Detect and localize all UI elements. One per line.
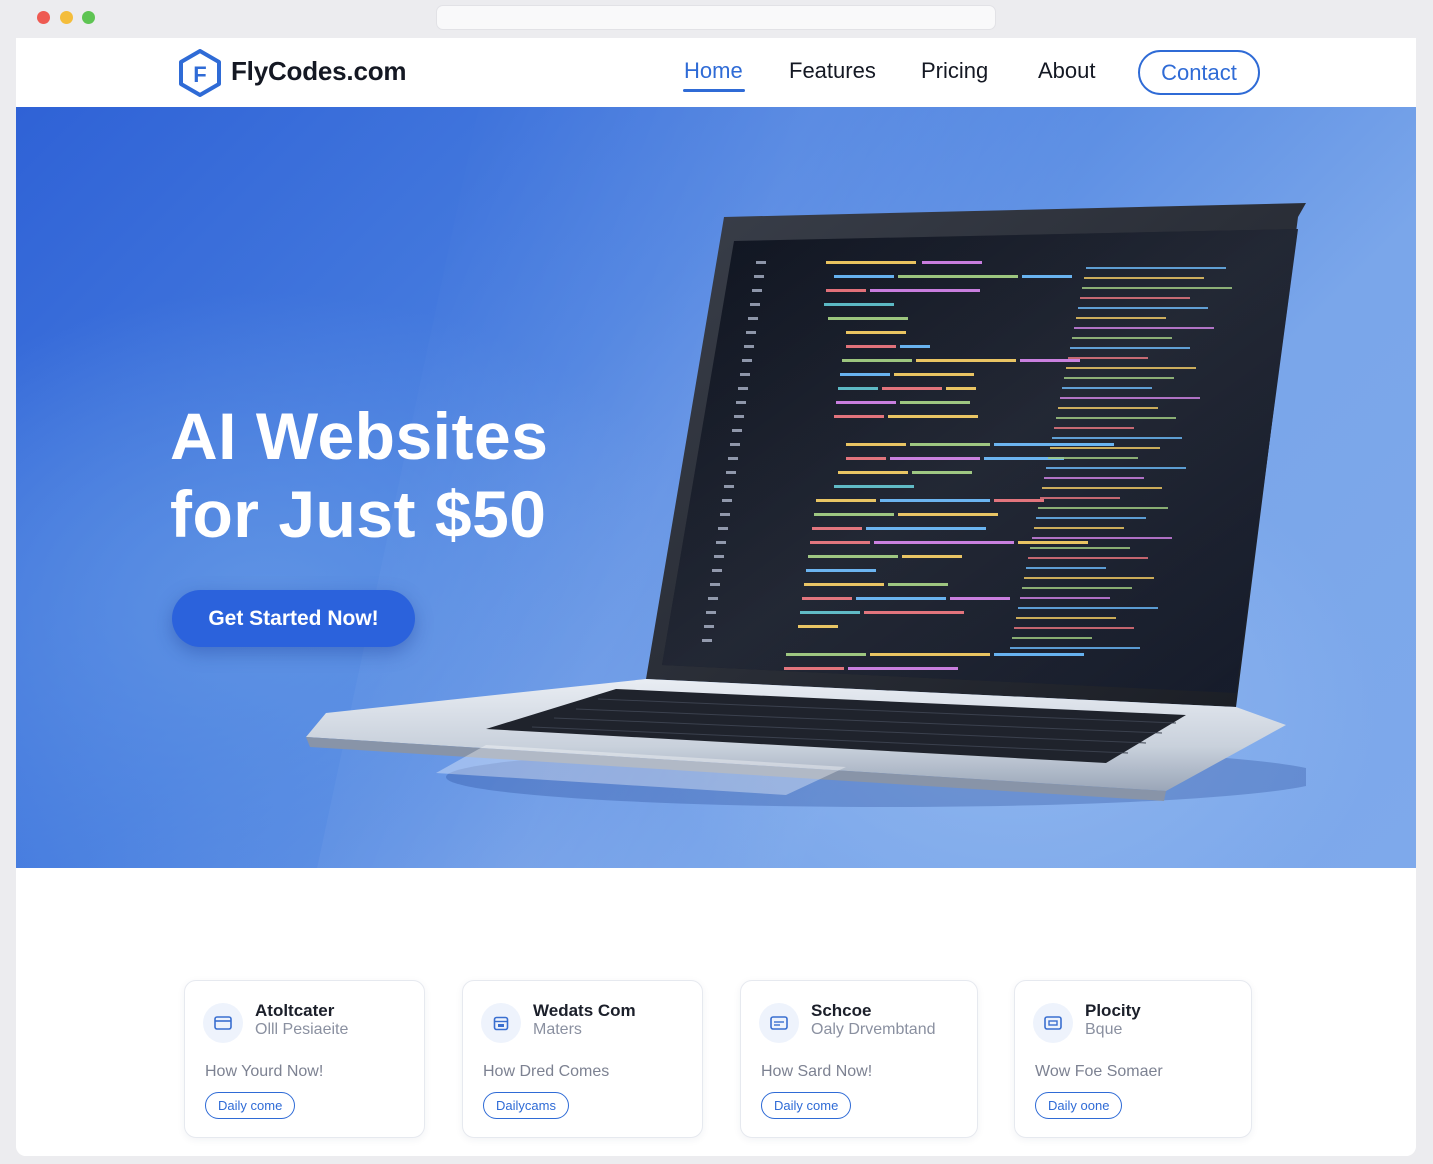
card-title: Plocity: [1085, 1001, 1141, 1020]
card-text: Wow Foe Somaer: [1035, 1063, 1163, 1080]
hero-headline-line2: for Just $50: [170, 477, 547, 551]
calendar-icon: [481, 1003, 521, 1043]
code-editor-content: [662, 229, 1298, 693]
feature-card[interactable]: Schcoe Oaly Drvembtand How Sard Now! Dai…: [740, 980, 978, 1138]
card-text: How Dred Comes: [483, 1063, 610, 1080]
nav-link-about[interactable]: About: [1038, 58, 1096, 84]
feature-card[interactable]: Atoltcater Olll Pesiaeite How Yourd Now!…: [184, 980, 425, 1138]
feature-card[interactable]: Plocity Bque Wow Foe Somaer Daily oone: [1014, 980, 1252, 1138]
card-text: How Yourd Now!: [205, 1063, 324, 1080]
card-subtitle: Oaly Drvembtand: [811, 1021, 936, 1038]
hero-headline-line1: AI Websites: [170, 399, 549, 473]
card-button[interactable]: Daily oone: [1035, 1092, 1123, 1119]
nav-active-indicator: [683, 89, 745, 92]
hero-section: AI Websites for Just $50 Get Started Now…: [16, 107, 1416, 868]
hero-headline: AI Websites for Just $50: [170, 397, 548, 553]
card-title: Schcoe: [811, 1001, 872, 1020]
browser-chrome: [16, 0, 1416, 38]
card-button[interactable]: Dailycams: [483, 1092, 569, 1119]
nav-link-features[interactable]: Features: [789, 58, 876, 84]
get-started-button[interactable]: Get Started Now!: [172, 590, 415, 647]
card-button[interactable]: Daily come: [761, 1092, 852, 1119]
address-bar[interactable]: [436, 5, 996, 30]
card-title: Wedats Com: [533, 1001, 636, 1020]
close-window-button[interactable]: [37, 11, 50, 24]
contact-button[interactable]: Contact: [1138, 50, 1260, 95]
card-icon: [759, 1003, 799, 1043]
card-subtitle: Bque: [1085, 1021, 1123, 1038]
feature-card[interactable]: Wedats Com Maters How Dred Comes Dailyca…: [462, 980, 703, 1138]
card-subtitle: Olll Pesiaeite: [255, 1021, 349, 1038]
logo-hexagon-icon[interactable]: F: [178, 49, 222, 97]
card-subtitle: Maters: [533, 1021, 582, 1038]
card-button[interactable]: Daily come: [205, 1092, 296, 1119]
feature-cards-section: Atoltcater Olll Pesiaeite How Yourd Now!…: [16, 868, 1416, 1156]
minimize-window-button[interactable]: [60, 11, 73, 24]
card-icon: [203, 1003, 243, 1043]
site-navbar: F FlyCodes.com Home Features Pricing Abo…: [16, 38, 1416, 107]
logo-letter: F: [193, 62, 206, 87]
brand-name[interactable]: FlyCodes.com: [231, 56, 407, 87]
card-text: How Sard Now!: [761, 1063, 873, 1080]
browser-viewport: F FlyCodes.com Home Features Pricing Abo…: [16, 38, 1416, 1156]
nav-link-home[interactable]: Home: [684, 58, 743, 84]
card-title: Atoltcater: [255, 1001, 335, 1020]
nav-link-pricing[interactable]: Pricing: [921, 58, 988, 84]
maximize-window-button[interactable]: [82, 11, 95, 24]
card-icon: [1033, 1003, 1073, 1043]
